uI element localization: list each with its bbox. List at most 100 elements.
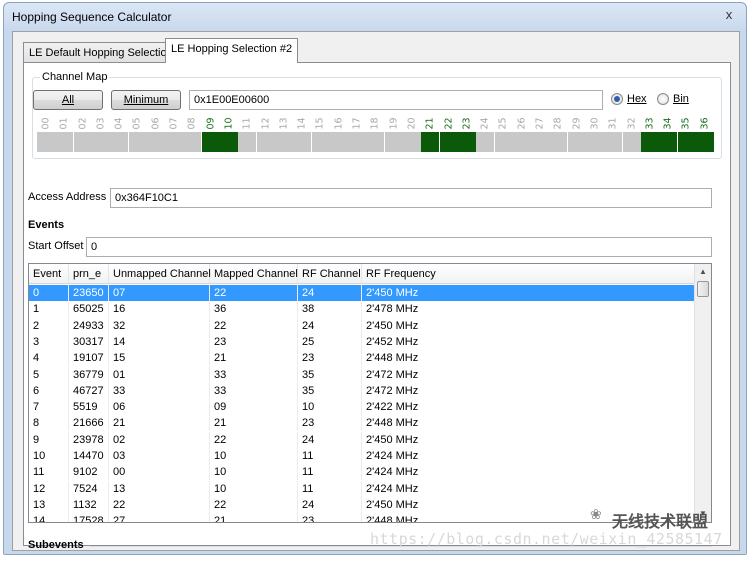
table-row[interactable]: 10 14470 03 10 11 2'424 MHz [29,448,695,464]
table-cell: 2'450 MHz [362,317,695,334]
col-rf-channel[interactable]: RF Channel [298,264,362,284]
table-row[interactable]: 8 21666 21 21 23 2'448 MHz [29,415,695,432]
channel-toggle[interactable] [531,132,550,152]
channel-toggle[interactable] [512,132,531,152]
channel-toggle[interactable] [274,132,293,152]
channel-toggle[interactable] [183,132,202,152]
channel-toggle[interactable] [403,132,421,152]
channel-toggle[interactable] [256,132,275,152]
col-unmapped-channel[interactable]: Unmapped Channel [109,264,211,284]
col-mapped-channel[interactable]: Mapped Channel [210,264,298,284]
col-prn-e[interactable]: prn_e [69,264,109,284]
tab-panel: Channel Map All Minimum 0x1E00E00600 Hex… [23,62,731,551]
table-scrollbar[interactable]: ▲ ▼ [694,264,711,522]
channel-toggle[interactable] [695,132,714,152]
channel-toggle[interactable] [238,132,257,152]
channel-toggle[interactable] [73,132,92,152]
table-cell: 9 [29,431,69,448]
channel-toggle[interactable] [677,132,696,152]
channel-toggle[interactable] [293,132,312,152]
table-row[interactable]: 1 65025 16 36 38 2'478 MHz [29,301,695,318]
channel-number-text: 06 [150,116,162,130]
channel-toggle[interactable] [586,132,604,152]
scroll-thumb[interactable] [697,281,709,297]
table-cell: 2'450 MHz [362,285,695,301]
channel-toggle[interactable] [622,132,641,152]
channel-toggle[interactable] [201,132,220,152]
col-rf-frequency[interactable]: RF Frequency [362,264,695,284]
channel-toggle[interactable] [311,132,330,152]
channel-toggle[interactable] [439,132,458,152]
channel-toggle[interactable] [549,132,568,152]
bin-radio-dot[interactable] [657,93,669,105]
channel-toggle[interactable] [640,132,659,152]
table-row[interactable]: 4 19107 15 21 23 2'448 MHz [29,350,695,367]
bin-radio[interactable]: Bin [657,93,689,105]
col-event[interactable]: Event [29,264,69,284]
watermark-url: https://blog.csdn.net/weixin_42585147 [370,530,723,548]
table-cell: 0 [29,285,69,301]
table-cell: 2'448 MHz [362,415,695,432]
channel-toggle[interactable] [384,132,403,152]
table-cell: 03 [109,448,210,464]
table-row[interactable]: 12 7524 13 10 11 2'424 MHz [29,480,695,497]
channel-toggle[interactable] [604,132,623,152]
channel-toggle[interactable] [476,132,495,152]
channel-toggle[interactable] [366,132,385,152]
hex-radio-dot[interactable] [611,93,623,105]
channel-toggle[interactable] [421,132,440,152]
channel-number: 18 [366,116,384,130]
table-row[interactable]: 3 30317 14 23 25 2'452 MHz [29,333,695,350]
table-cell: 24 [298,317,362,334]
tab-le-hopping-selection-2[interactable]: LE Hopping Selection #2 [165,38,299,63]
channel-toggle[interactable] [165,132,184,152]
channel-toggle[interactable] [494,132,513,152]
channel-number: 24 [476,116,494,130]
table-cell: 23650 [69,285,109,301]
table-row[interactable]: 7 5519 06 09 10 2'422 MHz [29,399,695,416]
channel-map-input[interactable]: 0x1E00E00600 [189,90,603,110]
table-row[interactable]: 5 36779 01 33 35 2'472 MHz [29,366,695,383]
channel-toggle[interactable] [329,132,348,152]
table-cell: 38 [298,301,362,318]
start-offset-input[interactable]: 0 [86,237,712,257]
channel-toggle[interactable] [55,132,74,152]
channel-toggle[interactable] [348,132,367,152]
table-cell: 23 [210,333,298,350]
events-table[interactable]: Event prn_e Unmapped Channel Mapped Chan… [28,263,712,523]
table-row[interactable]: 0 23650 07 22 24 2'450 MHz [29,285,695,301]
channel-toggle[interactable] [659,132,678,152]
access-address-input[interactable]: 0x364F10C1 [110,188,712,208]
scroll-up-icon[interactable]: ▲ [695,264,711,280]
minimum-button[interactable]: Minimum [111,90,181,110]
all-button[interactable]: All [33,90,103,110]
table-cell: 35 [298,382,362,399]
channel-toggle[interactable] [220,132,238,152]
table-cell: 7 [29,399,69,416]
channel-number-text: 09 [205,116,217,130]
table-row[interactable]: 11 9102 00 10 11 2'424 MHz [29,464,695,481]
channel-number: 01 [55,116,73,130]
table-cell: 23 [298,350,362,367]
channel-number: 09 [202,116,220,130]
table-row[interactable]: 9 23978 02 22 24 2'450 MHz [29,431,695,448]
hex-radio[interactable]: Hex [611,93,647,105]
table-row[interactable]: 2 24933 32 22 24 2'450 MHz [29,317,695,334]
channel-toggle[interactable] [128,132,147,152]
channel-toggle[interactable] [146,132,165,152]
channel-number-text: 08 [186,116,198,130]
channel-number: 27 [531,116,549,130]
close-icon[interactable]: x [720,7,738,23]
tab-le-default-hopping[interactable]: LE Default Hopping Selection [23,42,179,62]
table-cell: 14470 [69,448,109,464]
channel-toggle[interactable] [110,132,129,152]
table-row[interactable]: 6 46727 33 33 35 2'472 MHz [29,382,695,399]
table-cell: 19107 [69,350,109,367]
channel-toggle[interactable] [37,132,55,152]
channel-toggle[interactable] [457,132,476,152]
title-bar[interactable]: Hopping Sequence Calculator x [4,3,746,29]
channel-toggle[interactable] [567,132,586,152]
channel-toggle[interactable] [91,132,110,152]
table-cell: 2'452 MHz [362,333,695,350]
channel-number-text: 27 [534,116,546,130]
